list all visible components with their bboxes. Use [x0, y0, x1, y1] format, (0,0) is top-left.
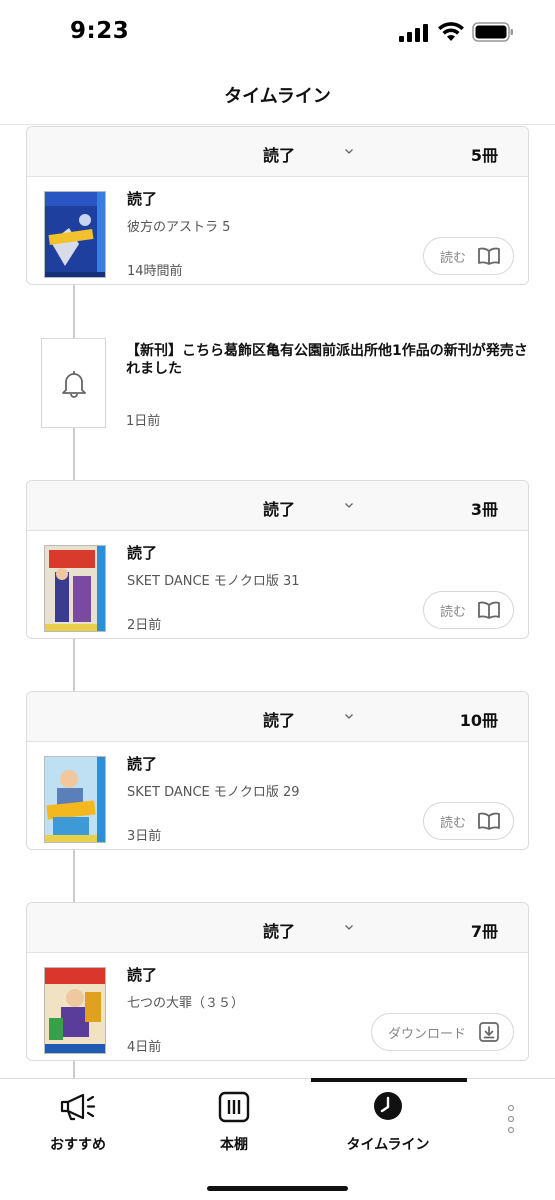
book-title[interactable]: 彼方のアストラ 5 — [127, 216, 230, 235]
timeline-feed[interactable]: 読了 5冊 読了 彼方のアストラ 5 14時間前 読む 【新刊】こちら葛飾区亀有… — [0, 126, 555, 1078]
book-cover[interactable] — [44, 545, 106, 632]
timestamp: 4日前 — [127, 1040, 162, 1055]
wifi-icon — [438, 22, 464, 41]
book-open-icon — [478, 601, 500, 619]
card-header: 読了 3冊 — [27, 481, 528, 531]
timestamp: 3日前 — [127, 829, 162, 844]
more-vertical-icon[interactable] — [505, 1104, 517, 1134]
entry-status: 読了 — [127, 190, 158, 208]
book-open-icon — [478, 247, 500, 265]
app-header: タイムライン — [0, 62, 555, 125]
entry-status: 読了 — [127, 544, 158, 562]
book-title[interactable]: SKET DANCE モノクロ版 31 — [127, 570, 300, 589]
status-dropdown[interactable]: 読了 — [263, 142, 295, 166]
entry-status: 読了 — [127, 755, 158, 773]
chevron-down-icon[interactable] — [345, 714, 353, 719]
card-body[interactable]: 読了 SKET DANCE モノクロ版 31 2日前 読む — [27, 531, 528, 638]
chevron-down-icon[interactable] — [345, 149, 353, 154]
timestamp: 14時間前 — [127, 264, 183, 279]
status-bar: 9:23 — [0, 0, 555, 62]
entry-status: 読了 — [127, 966, 158, 984]
tab-timeline-label: タイムライン — [346, 1137, 430, 1153]
battery-icon — [472, 22, 513, 42]
status-dropdown[interactable]: 読了 — [263, 707, 295, 731]
card-body[interactable]: 読了 七つの大罪（３５） 4日前 ダウンロード — [27, 953, 528, 1060]
book-cover[interactable] — [44, 967, 106, 1054]
volume-count: 10冊 — [459, 711, 498, 730]
megaphone-icon — [60, 1093, 96, 1121]
clock-icon — [374, 1092, 402, 1120]
read-button-label: 読む — [439, 815, 466, 831]
book-title[interactable]: SKET DANCE モノクロ版 29 — [127, 781, 300, 800]
chevron-down-icon[interactable] — [345, 925, 353, 930]
new-release-notice[interactable]: 【新刊】こちら葛飾区亀有公園前派出所他1作品の新刊が発売されました 1日前 — [0, 338, 555, 438]
book-cover[interactable] — [44, 756, 106, 843]
download-button-label: ダウンロード — [387, 1026, 466, 1042]
card-header: 読了 5冊 — [27, 127, 528, 177]
read-button-label: 読む — [439, 604, 466, 620]
tab-recommend[interactable]: おすすめ — [8, 1079, 148, 1159]
chevron-down-icon[interactable] — [345, 503, 353, 508]
volume-count: 3冊 — [470, 500, 498, 519]
tab-bookshelf[interactable]: 本棚 — [164, 1079, 304, 1159]
volume-count: 5冊 — [470, 146, 498, 165]
book-open-icon — [478, 812, 500, 830]
bottom-tab-bar: おすすめ 本棚 タイムライン — [0, 1078, 555, 1200]
download-icon — [479, 1022, 499, 1042]
read-button-label: 読む — [439, 250, 466, 266]
status-dropdown[interactable]: 読了 — [263, 496, 295, 520]
tab-timeline[interactable]: タイムライン — [318, 1079, 458, 1159]
read-button[interactable]: 読む — [422, 591, 514, 629]
bookshelf-icon — [218, 1091, 250, 1123]
timeline-card: 読了 3冊 読了 SKET DANCE モノクロ版 31 2日前 読む — [26, 480, 529, 639]
cellular-signal-icon — [399, 24, 428, 42]
book-title[interactable]: 七つの大罪（３５） — [127, 992, 244, 1011]
card-header: 読了 7冊 — [27, 903, 528, 953]
tab-recommend-label: おすすめ — [50, 1137, 106, 1153]
page-title: タイムライン — [224, 86, 331, 107]
status-time: 9:23 — [70, 18, 130, 44]
notice-timestamp: 1日前 — [126, 414, 161, 429]
card-header: 読了 10冊 — [27, 692, 528, 742]
download-button[interactable]: ダウンロード — [370, 1013, 514, 1051]
tab-bookshelf-label: 本棚 — [220, 1137, 248, 1153]
read-button[interactable]: 読む — [422, 802, 514, 840]
bell-icon — [61, 371, 86, 398]
timeline-card: 読了 10冊 読了 SKET DANCE モノクロ版 29 3日前 読む — [26, 691, 529, 850]
notice-icon-box — [41, 338, 106, 428]
card-body[interactable]: 読了 彼方のアストラ 5 14時間前 読む — [27, 177, 528, 284]
read-button[interactable]: 読む — [422, 237, 514, 275]
timeline-card: 読了 5冊 読了 彼方のアストラ 5 14時間前 読む — [26, 126, 529, 285]
book-cover[interactable] — [44, 191, 106, 278]
home-indicator — [207, 1186, 348, 1191]
timestamp: 2日前 — [127, 618, 162, 633]
status-dropdown[interactable]: 読了 — [263, 918, 295, 942]
notice-text: 【新刊】こちら葛飾区亀有公園前派出所他1作品の新刊が発売されました — [126, 343, 528, 377]
volume-count: 7冊 — [470, 922, 498, 941]
card-body[interactable]: 読了 SKET DANCE モノクロ版 29 3日前 読む — [27, 742, 528, 849]
timeline-card: 読了 7冊 読了 七つの大罪（３５） 4日前 ダウンロード — [26, 902, 529, 1061]
